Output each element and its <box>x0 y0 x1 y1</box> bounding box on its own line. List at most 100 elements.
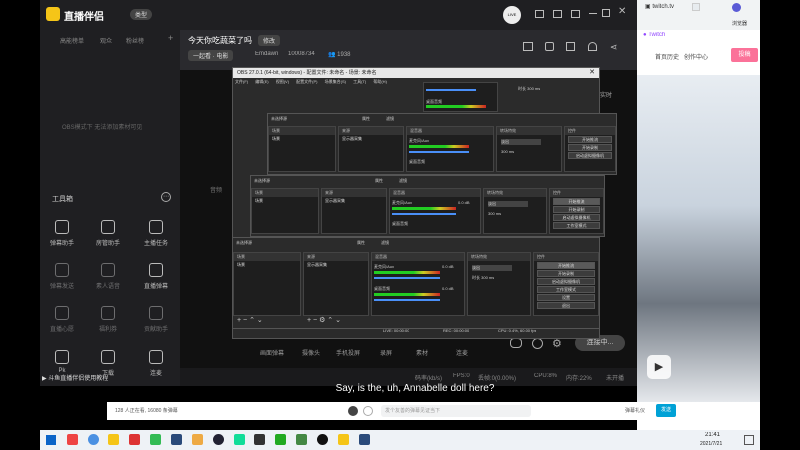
bottom-tool-phone[interactable]: 手机投屏 <box>336 348 360 357</box>
menu-edit[interactable]: 编辑(E) <box>255 79 268 84</box>
scene-item[interactable]: 场景 <box>269 135 335 143</box>
explorer-icon[interactable] <box>108 434 119 445</box>
nav-creator-center[interactable]: 创作中心 <box>684 52 708 61</box>
tool-wish[interactable]: 直播心愿 <box>42 306 82 333</box>
tool-danmu-assistant[interactable]: 弹幕助手 <box>42 220 82 247</box>
properties-button[interactable]: 属性 <box>362 116 370 122</box>
upload-button[interactable]: 投稿 <box>731 48 758 62</box>
clock-date[interactable]: 2021/7/21 <box>700 441 722 447</box>
tool-tasks[interactable]: 主播任务 <box>136 220 176 247</box>
tool-coupon[interactable]: 福利券 <box>88 306 128 333</box>
duration-field[interactable]: 时长 300 ms <box>472 275 494 281</box>
tab-audience[interactable]: 观众 <box>100 36 112 45</box>
duration-field[interactable]: 300 ms <box>488 211 501 216</box>
steam-icon[interactable] <box>171 434 182 445</box>
play-icon[interactable]: ▶ <box>647 355 671 379</box>
properties-button[interactable]: 属性 <box>375 178 383 184</box>
more-icon[interactable]: ⋯ <box>161 192 171 202</box>
filters-button[interactable]: 滤镜 <box>386 116 394 122</box>
danmu-input[interactable]: 发个友善的弹幕见证当下 <box>381 405 531 417</box>
browser-tab[interactable]: ▣ twitch.tv <box>645 3 674 10</box>
app-icon-5[interactable] <box>213 434 224 445</box>
home-icon[interactable] <box>523 42 533 51</box>
star-icon[interactable] <box>692 3 700 11</box>
shirt-icon[interactable] <box>571 10 580 18</box>
app-icon-2[interactable] <box>129 434 140 445</box>
steam-icon-2[interactable] <box>359 434 370 445</box>
gamepad-icon[interactable] <box>510 338 522 348</box>
send-button[interactable]: 发送 <box>656 404 676 417</box>
obs-close-icon[interactable]: ✕ <box>585 68 599 77</box>
profile-avatar[interactable] <box>732 3 741 12</box>
scene-controls[interactable]: + − ⌃ ⌄ <box>237 316 263 324</box>
bottom-tool-danmu[interactable]: 画面弹幕 <box>260 348 284 357</box>
tool-room-admin[interactable]: 房管助手 <box>88 220 128 247</box>
tool-live-danmu[interactable]: 直播弹幕 <box>136 263 176 290</box>
wechat-icon[interactable] <box>234 434 245 445</box>
properties-button[interactable]: 属性 <box>357 240 365 246</box>
studio-mode-button[interactable]: 工作室模式 <box>553 222 600 229</box>
bottom-tool-mic[interactable]: 连麦 <box>456 348 468 357</box>
source-item[interactable]: 显示器采集 <box>322 197 386 205</box>
menu-scene-collection[interactable]: 场景集合(S) <box>325 79 346 84</box>
browser-sidebar-label[interactable]: 浏览器 <box>732 20 747 27</box>
start-stream-button[interactable]: 开始推流 <box>537 262 595 269</box>
virtual-camera-button[interactable]: 启动虚拟摄像机 <box>568 152 612 159</box>
app-icon-4[interactable] <box>192 434 203 445</box>
edit-title-button[interactable]: 修改 <box>258 35 281 46</box>
bottom-tool-camera[interactable]: 摄像头 <box>302 348 320 357</box>
start-stream-button[interactable]: 开始推流 <box>553 198 600 205</box>
message-icon[interactable] <box>535 10 544 18</box>
app-icon-1[interactable] <box>67 434 78 445</box>
desktop-volume-slider[interactable] <box>374 299 440 301</box>
clock-time[interactable]: 21:41 <box>705 432 720 438</box>
category-tag[interactable]: 一起看 · 电影 <box>188 50 234 61</box>
menu-profile[interactable]: 配置文件(P) <box>296 79 317 84</box>
mic-volume-slider[interactable] <box>392 213 456 215</box>
menu-file[interactable]: 文件(F) <box>235 79 248 84</box>
camera-icon[interactable] <box>532 338 543 349</box>
volume-slider[interactable] <box>426 89 476 91</box>
tool-danmu-send[interactable]: 弹幕发送 <box>42 263 82 290</box>
transition-select[interactable]: 淡出 <box>472 265 512 271</box>
source-item[interactable]: 显示器采集 <box>304 261 368 269</box>
tool-voice[interactable]: 素人语音 <box>88 263 128 290</box>
studio-mode-button[interactable]: 工作室模式 <box>537 286 595 293</box>
virtual-camera-button[interactable]: 启动虚拟摄像机 <box>537 278 595 285</box>
browser-icon[interactable] <box>88 434 99 445</box>
danmu-settings-icon[interactable] <box>363 406 373 416</box>
start-icon[interactable] <box>46 435 56 445</box>
virtual-camera-button[interactable]: 启动虚拟摄像机 <box>553 214 600 221</box>
tool-link[interactable]: 连麦 <box>136 350 176 377</box>
type-button[interactable]: 类型 <box>130 9 153 20</box>
transition-select[interactable]: 淡出 <box>488 201 528 207</box>
menu-help[interactable]: 帮助(H) <box>373 79 387 84</box>
app-icon-6[interactable] <box>254 434 265 445</box>
nav-history[interactable]: 历史 <box>667 52 679 61</box>
maximize-icon[interactable] <box>602 9 610 17</box>
bottom-tool-material[interactable]: 素材 <box>416 348 428 357</box>
obs-icon[interactable] <box>317 434 328 445</box>
source-item[interactable]: 显示器采集 <box>339 135 403 143</box>
source-controls[interactable]: + − ⚙ ⌃ ⌄ <box>307 316 341 324</box>
avatar[interactable]: LIVE <box>503 6 521 24</box>
minimize-icon[interactable] <box>589 13 597 14</box>
menu-view[interactable]: 视图(V) <box>276 79 289 84</box>
app-icon-3[interactable] <box>150 434 161 445</box>
start-stream-button[interactable]: 开始推流 <box>568 136 612 143</box>
start-record-button[interactable]: 开始录制 <box>537 270 595 277</box>
transition-select[interactable]: 淡出 <box>501 139 541 145</box>
bottom-tool-record[interactable]: 录屏 <box>380 348 392 357</box>
bell-icon[interactable] <box>588 42 597 51</box>
mic-volume-slider[interactable] <box>374 277 440 279</box>
exit-button[interactable]: 退出 <box>537 302 595 309</box>
add-icon[interactable]: + <box>168 33 173 43</box>
tutorial-link[interactable]: ▶ 斗鱼直播伴侣使用教程 <box>42 373 108 382</box>
tool-pk[interactable]: Pk <box>42 350 82 374</box>
filters-button[interactable]: 滤镜 <box>399 178 407 184</box>
tab-rank[interactable]: 高能榜单 <box>60 36 84 45</box>
nav-home[interactable]: 首页 <box>655 52 667 61</box>
start-record-button[interactable]: 开始录制 <box>568 144 612 151</box>
mic-volume-slider[interactable] <box>409 151 469 153</box>
duration-field[interactable]: 300 ms <box>501 149 514 154</box>
